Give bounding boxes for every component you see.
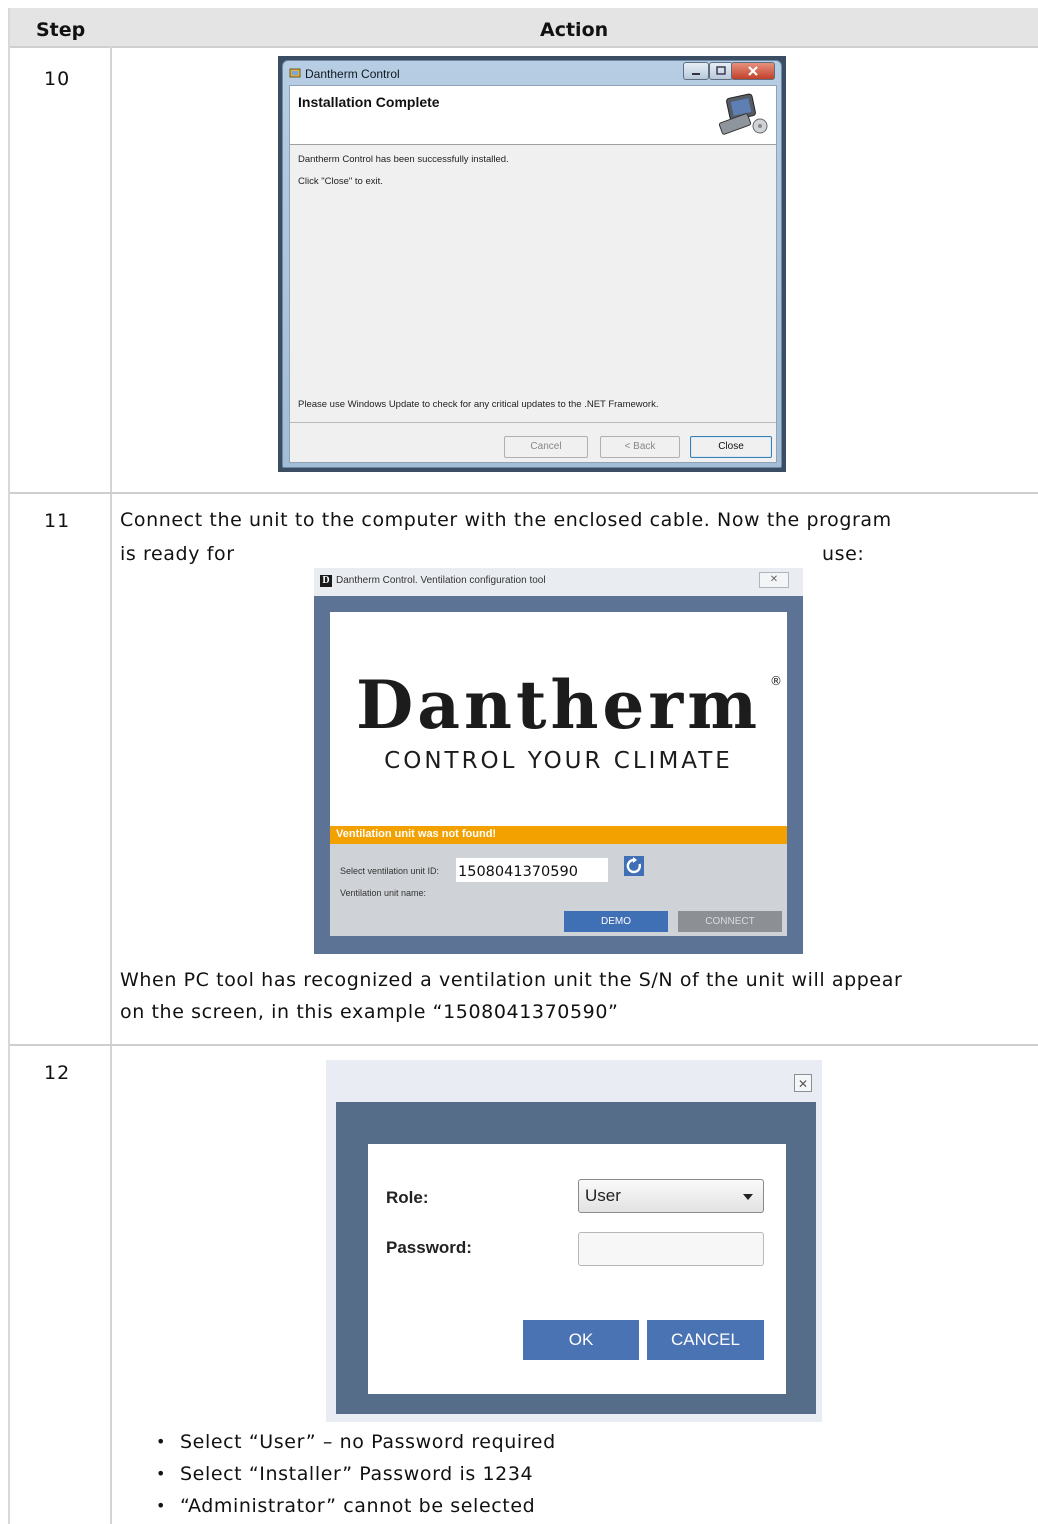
button-separator — [290, 422, 776, 423]
role-selected-value: User — [585, 1186, 621, 1205]
dantherm-logo: Dantherm — [355, 666, 762, 744]
row-divider — [10, 1044, 1038, 1046]
installer-heading: Installation Complete — [298, 94, 440, 110]
step-number: 10 — [44, 68, 71, 90]
logo-tagline: CONTROL YOUR CLIMATE — [384, 748, 733, 774]
step11-instruction: Connect the unit to the computer with th… — [120, 509, 892, 531]
ok-button[interactable]: OK — [523, 1320, 639, 1360]
login-dialog: ✕ Role: User Password: OK CANCEL — [326, 1060, 822, 1422]
connection-panel: Select ventilation unit ID: 150804137059… — [330, 844, 787, 936]
steps-table: Step Action 10 Dantherm Control Installa… — [8, 8, 1038, 1524]
connect-button[interactable]: CONNECT — [678, 911, 782, 932]
dantherm-app-icon: D — [320, 575, 332, 587]
refresh-icon[interactable] — [624, 856, 644, 876]
warning-bar: Ventilation unit was not found! — [330, 826, 787, 844]
window-frame: Dantherm Control Installation Complete D… — [282, 60, 782, 468]
installer-window: Dantherm Control Installation Complete D… — [278, 56, 786, 472]
update-notice: Please use Windows Update to check for a… — [298, 399, 659, 410]
maximize-button[interactable] — [709, 62, 733, 80]
installer-icon — [289, 67, 302, 80]
dantherm-splash-window: D Dantherm Control. Ventilation configur… — [314, 568, 803, 954]
cancel-button[interactable]: CANCEL — [647, 1320, 764, 1360]
close-hint: Click "Close" to exit. — [298, 176, 383, 187]
close-dialog-button[interactable]: ✕ — [794, 1074, 812, 1092]
role-label: Role: — [386, 1188, 429, 1207]
role-select[interactable]: User — [578, 1179, 764, 1213]
header-step: Step — [36, 19, 86, 41]
dialog-frame: Role: User Password: OK CANCEL — [336, 1102, 816, 1414]
step11-note-line1: When PC tool has recognized a ventilatio… — [120, 969, 903, 991]
column-divider — [110, 46, 112, 1524]
header-action: Action — [540, 19, 609, 41]
minimize-button[interactable] — [683, 62, 709, 80]
login-form: Role: User Password: OK CANCEL — [368, 1144, 786, 1394]
demo-button[interactable]: DEMO — [564, 911, 668, 932]
step-number: 12 — [44, 1062, 71, 1084]
list-item: Select “User” – no Password required — [156, 1428, 556, 1456]
window-controls — [665, 62, 775, 82]
cancel-button[interactable]: Cancel — [504, 436, 588, 458]
row-divider — [10, 492, 1038, 494]
logo-panel: Dantherm ® CONTROL YOUR CLIMATE — [330, 612, 787, 826]
step11-instruction-start: is ready for — [120, 543, 235, 565]
close-window-button[interactable]: ✕ — [759, 572, 789, 588]
splash-title: Dantherm Control. Ventilation configurat… — [336, 575, 546, 586]
table-header: Step Action — [10, 8, 1038, 48]
warning-text: Ventilation unit was not found! — [336, 828, 497, 840]
unit-name-label: Ventilation unit name: — [340, 888, 427, 898]
splash-titlebar: D Dantherm Control. Ventilation configur… — [314, 568, 803, 596]
close-button[interactable]: Close — [690, 436, 772, 458]
success-message: Dantherm Control has been successfully i… — [298, 154, 509, 165]
installer-client: Installation Complete Dantherm Control h… — [289, 85, 777, 463]
installer-banner: Installation Complete — [290, 86, 776, 145]
password-label: Password: — [386, 1238, 472, 1257]
close-window-button[interactable] — [731, 62, 775, 80]
step-number: 11 — [44, 510, 71, 532]
chevron-down-icon — [743, 1194, 753, 1200]
registered-mark: ® — [770, 674, 782, 688]
unit-id-field[interactable]: 1508041370590 — [456, 858, 608, 882]
window-title: Dantherm Control — [289, 67, 400, 81]
back-button[interactable]: < Back — [600, 436, 680, 458]
password-field[interactable] — [578, 1232, 764, 1266]
step11-note-line2: on the screen, in this example “15080413… — [120, 1001, 619, 1023]
list-item: Select “Installer” Password is 1234 — [156, 1460, 533, 1488]
unit-id-label: Select ventilation unit ID: — [340, 866, 440, 876]
computer-icon — [714, 90, 770, 138]
list-item: “Administrator” cannot be selected — [156, 1492, 535, 1520]
step11-instruction-end: use: — [822, 543, 865, 565]
